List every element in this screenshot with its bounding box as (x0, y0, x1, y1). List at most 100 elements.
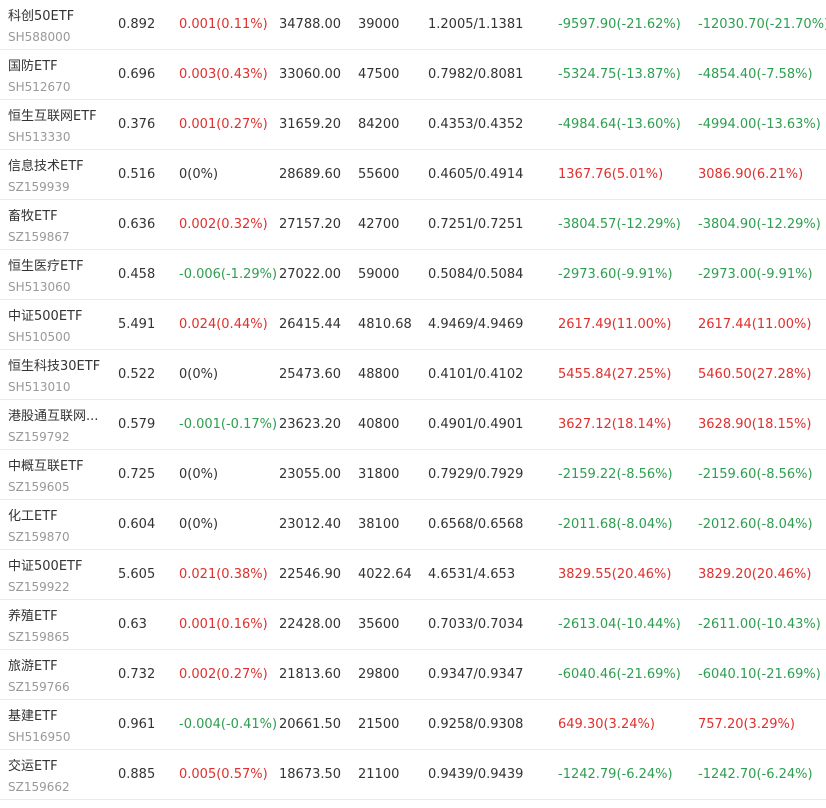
table-row[interactable]: 中证500ETF SZ159922 5.605 0.021(0.38%) 225… (0, 550, 826, 600)
etf-name[interactable]: 国防ETF (8, 59, 104, 75)
table-row[interactable]: 交运ETF SZ159662 0.885 0.005(0.57%) 18673.… (0, 750, 826, 800)
premium-cell-2: -2973.00(-9.91%) (698, 267, 813, 282)
premium-cell-2: -12030.70(-21.70%) (698, 17, 826, 32)
premium-cell-1: -2011.68(-8.04%) (558, 517, 673, 532)
etf-code: SH588000 (8, 30, 71, 44)
premium-cell-2: 2617.44(11.00%) (698, 317, 812, 332)
price-cell: 0.522 (118, 367, 156, 382)
table-row[interactable]: 信息技术ETF SZ159939 0.516 0(0%) 28689.60 55… (0, 150, 826, 200)
price-cell: 0.63 (118, 617, 147, 632)
premium-cell-1: -3804.57(-12.29%) (558, 217, 681, 232)
table-row[interactable]: 恒生科技30ETF SH513010 0.522 0(0%) 25473.60 … (0, 350, 826, 400)
etf-name[interactable]: 中概互联ETF (8, 459, 104, 475)
turnover-cell: 20661.50 (279, 717, 342, 732)
shares-cell: 40800 (358, 417, 400, 432)
shares-cell: 39000 (358, 17, 400, 32)
premium-cell-1: -2159.22(-8.56%) (558, 467, 673, 482)
premium-cell-1: -5324.75(-13.87%) (558, 67, 681, 82)
etf-name[interactable]: 科创50ETF (8, 9, 104, 25)
shares-cell: 29800 (358, 667, 400, 682)
etf-name[interactable]: 中证500ETF (8, 309, 104, 325)
etf-name[interactable]: 恒生科技30ETF (8, 359, 104, 375)
turnover-cell: 28689.60 (279, 167, 342, 182)
table-row[interactable]: 中概互联ETF SZ159605 0.725 0(0%) 23055.00 31… (0, 450, 826, 500)
premium-cell-2: 3086.90(6.21%) (698, 167, 804, 182)
premium-cell-1: 3627.12(18.14%) (558, 417, 672, 432)
shares-cell: 4022.64 (358, 567, 412, 582)
shares-cell: 48800 (358, 367, 400, 382)
etf-name-cell: 交运ETF SZ159662 (8, 750, 108, 799)
premium-cell-1: 3829.55(20.46%) (558, 567, 672, 582)
etf-name[interactable]: 基建ETF (8, 709, 104, 725)
price-cell: 0.725 (118, 467, 156, 482)
nav-cell: 0.6568/0.6568 (428, 517, 524, 532)
price-cell: 0.579 (118, 417, 156, 432)
etf-name[interactable]: 养殖ETF (8, 609, 104, 625)
price-cell: 0.458 (118, 267, 156, 282)
etf-code: SH513010 (8, 380, 71, 394)
etf-name[interactable]: 化工ETF (8, 509, 104, 525)
etf-code: SZ159662 (8, 780, 70, 794)
turnover-cell: 25473.60 (279, 367, 342, 382)
etf-name[interactable]: 信息技术ETF (8, 159, 104, 175)
turnover-cell: 33060.00 (279, 67, 342, 82)
premium-cell-1: -1242.79(-6.24%) (558, 767, 673, 782)
etf-code: SZ159870 (8, 530, 70, 544)
price-cell: 0.732 (118, 667, 156, 682)
table-row[interactable]: 基建ETF SH516950 0.961 -0.004(-0.41%) 2066… (0, 700, 826, 750)
price-cell: 0.892 (118, 17, 156, 32)
premium-cell-1: -4984.64(-13.60%) (558, 117, 681, 132)
etf-code: SZ159939 (8, 180, 70, 194)
premium-cell-2: 3829.20(20.46%) (698, 567, 812, 582)
nav-cell: 0.4605/0.4914 (428, 167, 524, 182)
etf-name[interactable]: 旅游ETF (8, 659, 104, 675)
turnover-cell: 26415.44 (279, 317, 342, 332)
etf-name[interactable]: 畜牧ETF (8, 209, 104, 225)
etf-name-cell: 恒生互联网ETF SH513330 (8, 100, 108, 149)
nav-cell: 0.9258/0.9308 (428, 717, 524, 732)
nav-cell: 0.5084/0.5084 (428, 267, 524, 282)
etf-name[interactable]: 中证500ETF (8, 559, 104, 575)
turnover-cell: 18673.50 (279, 767, 342, 782)
premium-cell-2: -2159.60(-8.56%) (698, 467, 813, 482)
table-row[interactable]: 港股通互联网... SZ159792 0.579 -0.001(-0.17%) … (0, 400, 826, 450)
change-cell: 0(0%) (179, 167, 219, 182)
etf-code: SH516950 (8, 730, 71, 744)
etf-code: SH510500 (8, 330, 71, 344)
shares-cell: 42700 (358, 217, 400, 232)
price-cell: 5.491 (118, 317, 156, 332)
nav-cell: 4.9469/4.9469 (428, 317, 524, 332)
premium-cell-2: -1242.70(-6.24%) (698, 767, 813, 782)
turnover-cell: 22546.90 (279, 567, 342, 582)
table-row[interactable]: 旅游ETF SZ159766 0.732 0.002(0.27%) 21813.… (0, 650, 826, 700)
table-row[interactable]: 恒生医疗ETF SH513060 0.458 -0.006(-1.29%) 27… (0, 250, 826, 300)
premium-cell-2: -6040.10(-21.69%) (698, 667, 821, 682)
nav-cell: 0.9347/0.9347 (428, 667, 524, 682)
change-cell: 0.001(0.11%) (179, 17, 268, 32)
etf-name[interactable]: 恒生医疗ETF (8, 259, 104, 275)
premium-cell-2: 757.20(3.29%) (698, 717, 795, 732)
etf-name[interactable]: 恒生互联网ETF (8, 109, 104, 125)
table-row[interactable]: 中证500ETF SH510500 5.491 0.024(0.44%) 264… (0, 300, 826, 350)
premium-cell-1: -2613.04(-10.44%) (558, 617, 681, 632)
premium-cell-1: -2973.60(-9.91%) (558, 267, 673, 282)
change-cell: 0.002(0.27%) (179, 667, 268, 682)
table-row[interactable]: 科创50ETF SH588000 0.892 0.001(0.11%) 3478… (0, 0, 826, 50)
etf-code: SH513060 (8, 280, 71, 294)
premium-cell-2: 5460.50(27.28%) (698, 367, 812, 382)
price-cell: 0.696 (118, 67, 156, 82)
table-row[interactable]: 养殖ETF SZ159865 0.63 0.001(0.16%) 22428.0… (0, 600, 826, 650)
table-row[interactable]: 恒生互联网ETF SH513330 0.376 0.001(0.27%) 316… (0, 100, 826, 150)
turnover-cell: 22428.00 (279, 617, 342, 632)
table-row[interactable]: 化工ETF SZ159870 0.604 0(0%) 23012.40 3810… (0, 500, 826, 550)
etf-code: SH512670 (8, 80, 71, 94)
etf-name[interactable]: 港股通互联网... (8, 409, 104, 425)
price-cell: 0.885 (118, 767, 156, 782)
table-row[interactable]: 国防ETF SH512670 0.696 0.003(0.43%) 33060.… (0, 50, 826, 100)
etf-code: SZ159922 (8, 580, 70, 594)
change-cell: 0.001(0.16%) (179, 617, 268, 632)
etf-name[interactable]: 交运ETF (8, 759, 104, 775)
etf-code: SZ159867 (8, 230, 70, 244)
etf-table: 科创50ETF SH588000 0.892 0.001(0.11%) 3478… (0, 0, 826, 800)
table-row[interactable]: 畜牧ETF SZ159867 0.636 0.002(0.32%) 27157.… (0, 200, 826, 250)
